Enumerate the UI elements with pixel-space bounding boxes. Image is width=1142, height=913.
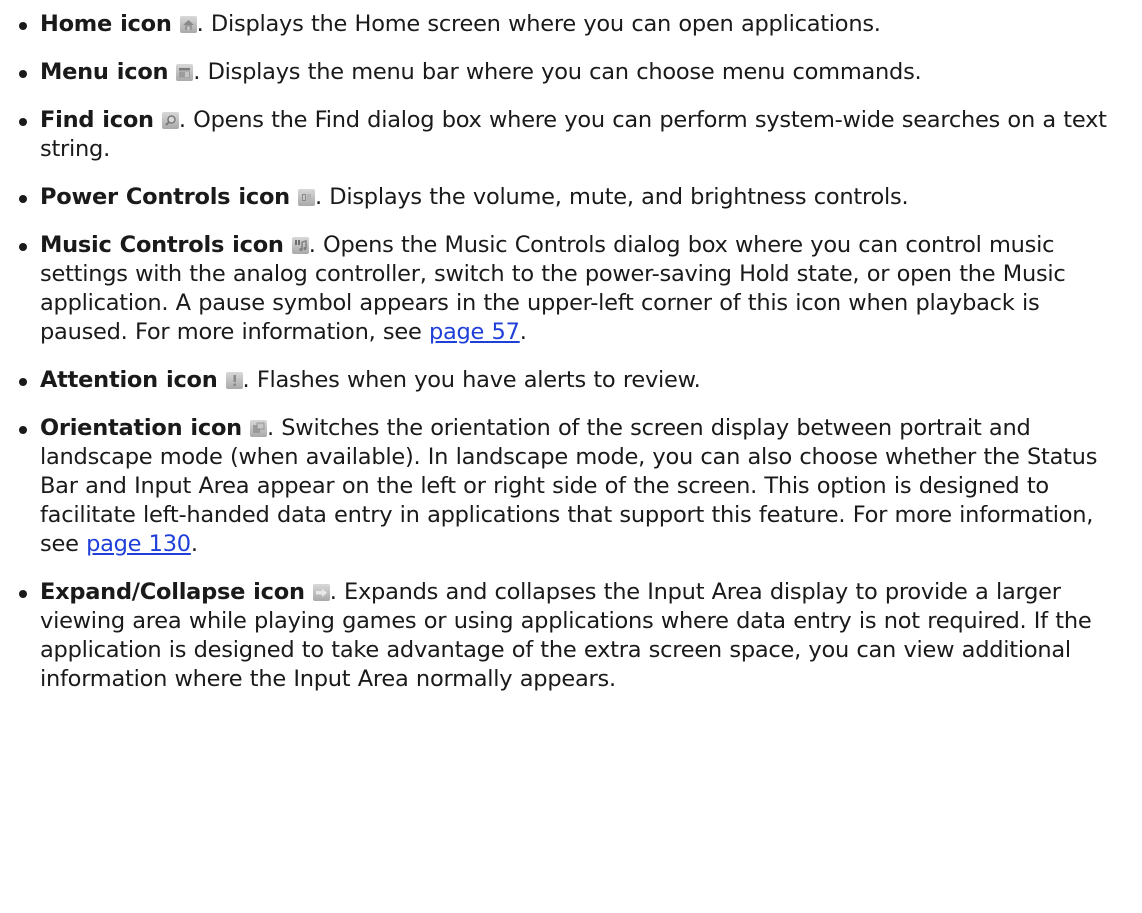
item-description: . Displays the menu bar where you can ch… [193, 59, 922, 85]
item-term: Orientation icon [40, 415, 242, 441]
item-term: Power Controls icon [40, 184, 290, 210]
music-controls-icon [291, 237, 309, 254]
list-item-menu: Menu icon . Displays the menu bar where y… [18, 58, 1132, 87]
document-page: Home icon . Displays the Home screen wher… [0, 10, 1142, 694]
item-description: . Displays the Home screen where you can… [196, 11, 881, 37]
item-description: . Flashes when you have alerts to review… [242, 367, 701, 393]
page-130-link[interactable]: page 130 [86, 531, 191, 557]
list-item-power-controls: Power Controls icon . Displays the volume… [18, 183, 1132, 212]
list-item-orientation: Orientation icon. Switches the orientati… [18, 414, 1132, 559]
page-57-link[interactable]: page 57 [429, 319, 520, 345]
status-bar-icon-list: Home icon . Displays the Home screen wher… [18, 10, 1132, 694]
list-item-expand-collapse: Expand/Collapse icon. Expands and collap… [18, 578, 1132, 694]
expand-collapse-icon [312, 584, 330, 601]
item-description-end: . [519, 319, 527, 345]
item-term: Find icon [40, 107, 154, 133]
list-item-home: Home icon . Displays the Home screen wher… [18, 10, 1132, 39]
item-description: . Opens the Find dialog box where you ca… [40, 107, 1107, 162]
item-term: Attention icon [40, 367, 218, 393]
item-term: Menu icon [40, 59, 169, 85]
item-description-end: . [190, 531, 198, 557]
item-term: Expand/Collapse icon [40, 579, 305, 605]
power-controls-icon [297, 189, 315, 206]
orientation-icon [249, 420, 267, 437]
find-icon [161, 112, 179, 129]
item-term: Music Controls icon [40, 232, 284, 258]
home-icon [179, 16, 197, 33]
attention-icon [225, 372, 243, 389]
item-description: . Displays the volume, mute, and brightn… [314, 184, 909, 210]
menu-icon [176, 64, 194, 81]
item-term: Home icon [40, 11, 172, 37]
list-item-music-controls: Music Controls icon. Opens the Music Con… [18, 231, 1132, 347]
list-item-attention: Attention icon . Flashes when you have al… [18, 366, 1132, 395]
list-item-find: Find icon. Opens the Find dialog box whe… [18, 106, 1132, 164]
